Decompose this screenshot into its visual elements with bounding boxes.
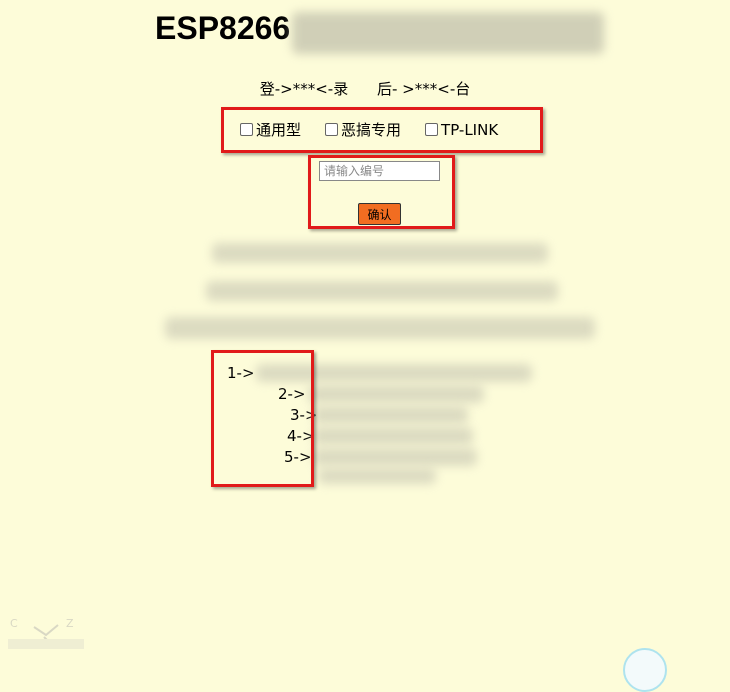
redacted-info-line-3 xyxy=(165,317,595,339)
admin-label: 后- >***<-台 xyxy=(377,80,471,98)
redacted-info-line-2 xyxy=(206,281,558,301)
redacted-title-text xyxy=(292,12,604,54)
watermark-icon: C Z xyxy=(8,617,84,649)
svg-text:C: C xyxy=(10,617,22,630)
redacted-info-line-1 xyxy=(212,243,548,263)
page-title: ESP8266 xyxy=(155,10,291,46)
redacted-list-text-5 xyxy=(313,448,477,466)
login-label: 登->***<-录 xyxy=(259,80,349,98)
redacted-list-text-4 xyxy=(313,427,473,445)
login-admin-line: 登->***<-录 后- >***<-台 xyxy=(0,78,730,99)
watermark-logo: C Z xyxy=(6,615,86,654)
svg-text:Z: Z xyxy=(66,617,78,630)
highlight-box-list xyxy=(211,350,314,487)
redacted-list-text-6 xyxy=(318,468,436,484)
highlight-box-options xyxy=(221,107,543,153)
redacted-list-text-2 xyxy=(308,385,484,403)
highlight-box-input xyxy=(308,155,455,229)
redacted-list-text-3 xyxy=(313,406,468,424)
